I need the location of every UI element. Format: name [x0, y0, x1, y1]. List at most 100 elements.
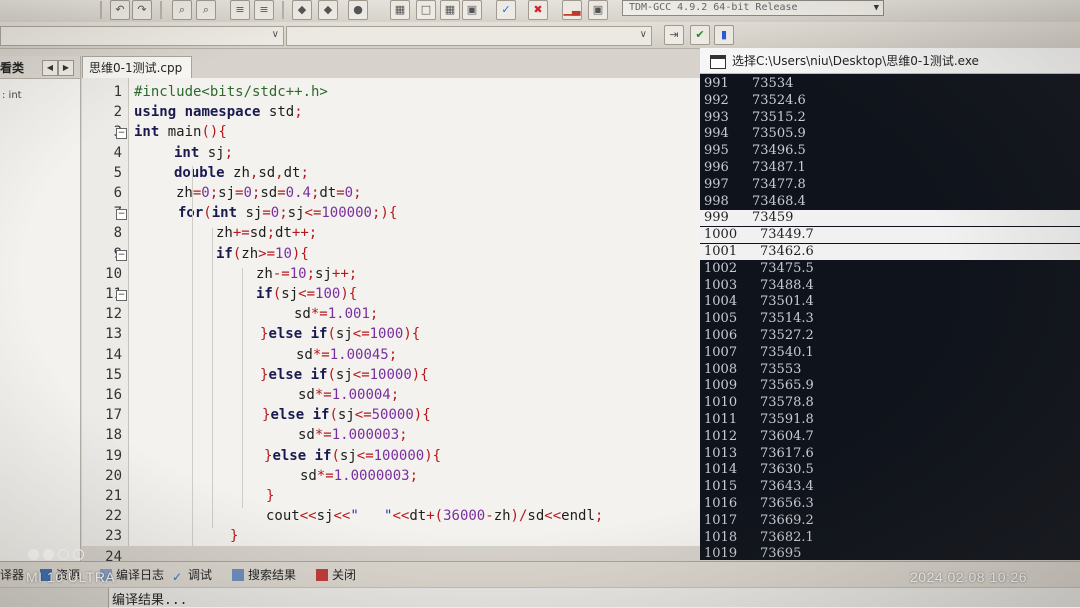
console-window[interactable]: 选择C:\Users\niu\Desktop\思维0-1测试.exe 991 73… [700, 48, 1080, 578]
code-line[interactable]: sd*=1.001; [294, 306, 378, 322]
line-number: 5 [113, 164, 122, 181]
class-combo[interactable]: ∨ [0, 26, 284, 46]
console-title: 选择C:\Users\niu\Desktop\思维0-1测试.exe [732, 54, 979, 68]
code-line[interactable]: sd*=1.00004; [298, 387, 399, 403]
grid-icon[interactable]: ▦ [440, 0, 460, 20]
console-output-line: 994 73505.9 [700, 126, 1080, 142]
code-line[interactable]: sd*=1.00045; [296, 347, 397, 363]
goto-icon[interactable]: ⇥ [664, 25, 684, 45]
console-output-line: 1014 73630.5 [700, 462, 1080, 478]
class-browser-item[interactable]: : int [2, 90, 22, 101]
tab-search-results[interactable]: 搜索结果 [232, 566, 296, 583]
console-app-icon [710, 55, 726, 69]
profile-icon[interactable]: ▣ [588, 0, 608, 20]
code-line[interactable]: }else if(sj<=10000){ [260, 367, 429, 383]
indent-guide [212, 228, 213, 528]
console-index: 1003 [704, 277, 738, 293]
code-line[interactable]: cout<<sj<<" "<<dt+(36000-zh)/sd<<endl; [266, 508, 603, 524]
code-editor[interactable]: 123−4567−89−1011−12131415161718192021222… [82, 78, 702, 565]
code-line[interactable]: zh+=sd;dt++; [216, 225, 317, 241]
fold-toggle-icon[interactable]: − [116, 249, 127, 261]
console-output-line: 1006 73527.2 [700, 328, 1080, 344]
find-icon[interactable]: ⌕ [172, 0, 192, 20]
code-line[interactable]: double zh,sd,dt; [174, 165, 309, 181]
console-output-line: 1005 73514.3 [700, 311, 1080, 327]
code-line[interactable]: sd*=1.0000003; [300, 468, 418, 484]
code-line[interactable]: } [266, 488, 274, 504]
class-browser-tab[interactable]: 看类 ◀ ▶ [0, 56, 80, 79]
tab-compiler[interactable]: 译器 [0, 566, 24, 583]
insert-icon[interactable]: ✔ [690, 25, 710, 45]
code-line[interactable]: if(sj<=100){ [256, 286, 357, 302]
code-line[interactable]: }else if(sj<=1000){ [260, 326, 420, 342]
code-line[interactable]: zh=0;sj=0;sd=0.4;dt=0; [176, 185, 362, 201]
secondary-toolbar: ∨ ∨ ⇥ ✔ ▮ [0, 22, 1080, 49]
undo-icon[interactable]: ↶ [110, 0, 130, 20]
compiler-select[interactable]: TDM-GCC 4.9.2 64-bit Release ▼ [622, 0, 884, 16]
console-value: 73501.4 [760, 294, 814, 310]
code-line[interactable]: sd*=1.000003; [298, 427, 408, 443]
check-icon[interactable]: ✓ [496, 0, 516, 20]
console-value: 73527.2 [760, 328, 814, 343]
chevron-right-icon[interactable]: ▶ [58, 60, 74, 76]
member-combo[interactable]: ∨ [286, 26, 652, 46]
console-value: 73462.6 [760, 244, 814, 259]
new-class-icon[interactable]: ◆ [292, 0, 312, 20]
code-line[interactable]: using namespace std; [134, 104, 303, 120]
console-title-bar[interactable]: 选择C:\Users\niu\Desktop\思维0-1测试.exe [700, 48, 1080, 74]
fold-toggle-icon[interactable]: − [116, 128, 127, 140]
console-output-line: 1009 73565.9 [700, 378, 1080, 394]
code-line[interactable]: zh-=10;sj++; [256, 266, 357, 282]
code-line[interactable]: #include<bits/stdc++.h> [134, 84, 328, 100]
code-line[interactable]: for(int sj=0;sj<=100000;){ [178, 205, 397, 221]
run-icon[interactable]: ● [348, 0, 368, 20]
rebuild-icon[interactable]: □ [416, 0, 436, 20]
console-index: 1002 [704, 260, 738, 276]
compile-run-icon[interactable]: ▦ [390, 0, 410, 20]
console-value: 73468.4 [752, 193, 806, 209]
stop-icon[interactable]: ✖ [528, 0, 548, 20]
line-number: 14 [105, 346, 122, 363]
console-index: 1010 [704, 395, 738, 411]
console-value: 73475.5 [760, 260, 814, 276]
unindent-icon[interactable]: ≡ [254, 0, 274, 20]
tab-compiler-label: 译器 [0, 568, 25, 582]
fold-toggle-icon[interactable]: − [116, 209, 127, 221]
line-number: 13 [105, 326, 122, 343]
console-output-line: 998 73468.4 [700, 194, 1080, 210]
line-number: 1 [113, 84, 122, 100]
redo-icon[interactable]: ↷ [132, 0, 152, 20]
tab-debug[interactable]: ✓ 调试 [172, 566, 212, 583]
search-icon [232, 569, 244, 581]
console-value: 73617.6 [760, 445, 814, 461]
console-value: 73565.9 [760, 378, 814, 394]
chevron-left-icon[interactable]: ◀ [42, 60, 58, 76]
console-value: 73488.4 [760, 277, 814, 293]
chart-icon[interactable]: ▁▃ [562, 0, 582, 20]
console-output-line: 1013 73617.6 [700, 446, 1080, 462]
line-number: 2 [113, 104, 122, 121]
replace-icon[interactable]: ⌕ [196, 0, 216, 20]
tab-close[interactable]: 关闭 [316, 566, 356, 583]
fold-toggle-icon[interactable]: − [116, 290, 127, 301]
code-line[interactable]: int main(){ [134, 124, 227, 140]
dot-icon [43, 549, 54, 560]
code-line[interactable]: int sj; [174, 145, 233, 161]
console-index: 1016 [704, 496, 738, 511]
code-line[interactable]: } [230, 528, 238, 544]
code-line[interactable]: if(zh>=10){ [216, 246, 309, 262]
class-browser-tab-label: 看类 [0, 61, 25, 75]
code-line[interactable]: }else if(sj<=100000){ [264, 448, 441, 464]
tab-source-file[interactable]: 思维0-1测试.cpp [82, 56, 192, 78]
line-number: 15 [105, 366, 122, 383]
console-index: 1013 [704, 445, 738, 461]
console-index: 1012 [704, 428, 738, 444]
console-output-line: 1000 73449.7 [700, 227, 1080, 244]
debug-icon[interactable]: ▣ [462, 0, 482, 20]
indent-icon[interactable]: ≡ [230, 0, 250, 20]
bookmark-icon[interactable]: ▮ [714, 25, 734, 45]
code-line[interactable]: }else if(sj<=50000){ [262, 407, 431, 423]
compile-icon[interactable]: ◆ [318, 0, 338, 20]
tab-close-label: 关闭 [332, 568, 357, 582]
tab-debug-label: 调试 [188, 568, 213, 582]
